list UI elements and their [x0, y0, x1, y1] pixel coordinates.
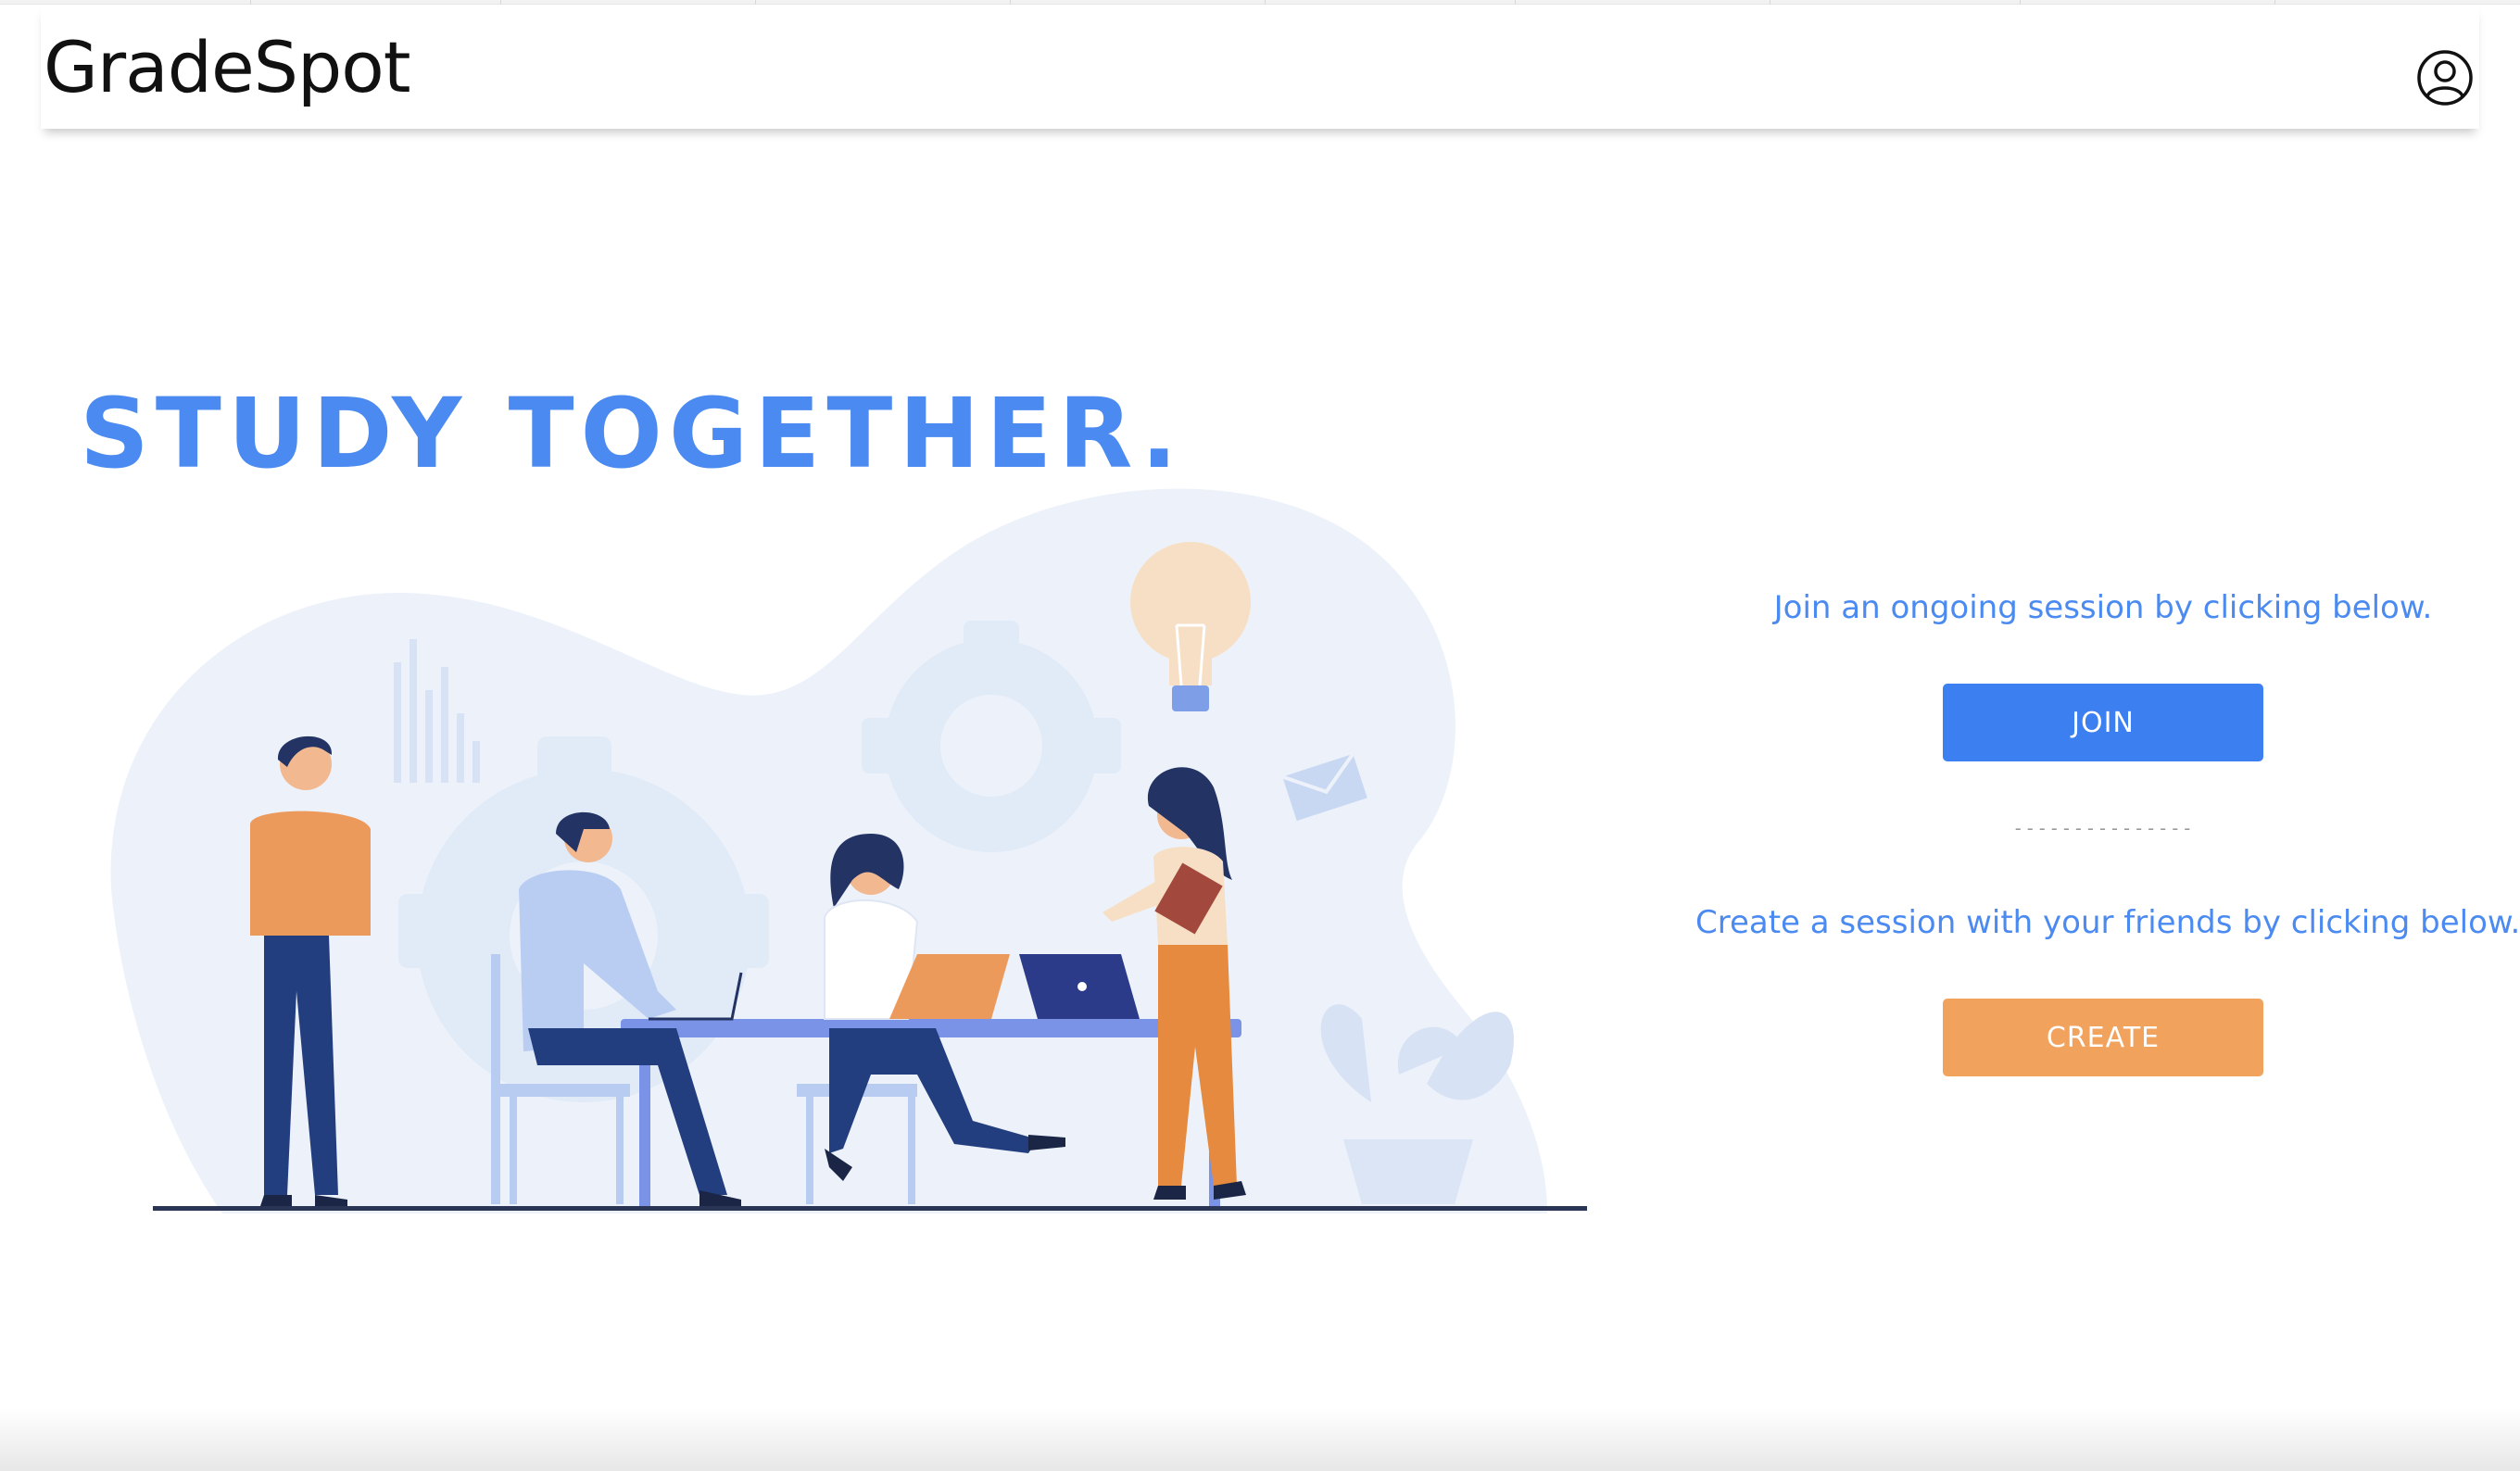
bottom-fade: [0, 1408, 2520, 1471]
user-circle-icon: [2417, 50, 2473, 106]
top-navbar: GradeSpot: [41, 5, 2479, 129]
hero-title: STUDY TOGETHER.: [80, 377, 1184, 490]
join-prompt: Join an ongoing session by clicking belo…: [1773, 589, 2433, 626]
create-button[interactable]: CREATE: [1943, 999, 2263, 1076]
session-panel: Join an ongoing session by clicking belo…: [1695, 574, 2520, 1093]
profile-button[interactable]: [2416, 49, 2474, 107]
team-study-illustration: [102, 472, 1594, 1213]
divider: ---------------: [2012, 817, 2194, 839]
join-button[interactable]: JOIN: [1943, 684, 2263, 761]
brand-logo[interactable]: GradeSpot: [44, 32, 410, 103]
create-prompt: Create a session with your friends by cl…: [1695, 904, 2520, 941]
